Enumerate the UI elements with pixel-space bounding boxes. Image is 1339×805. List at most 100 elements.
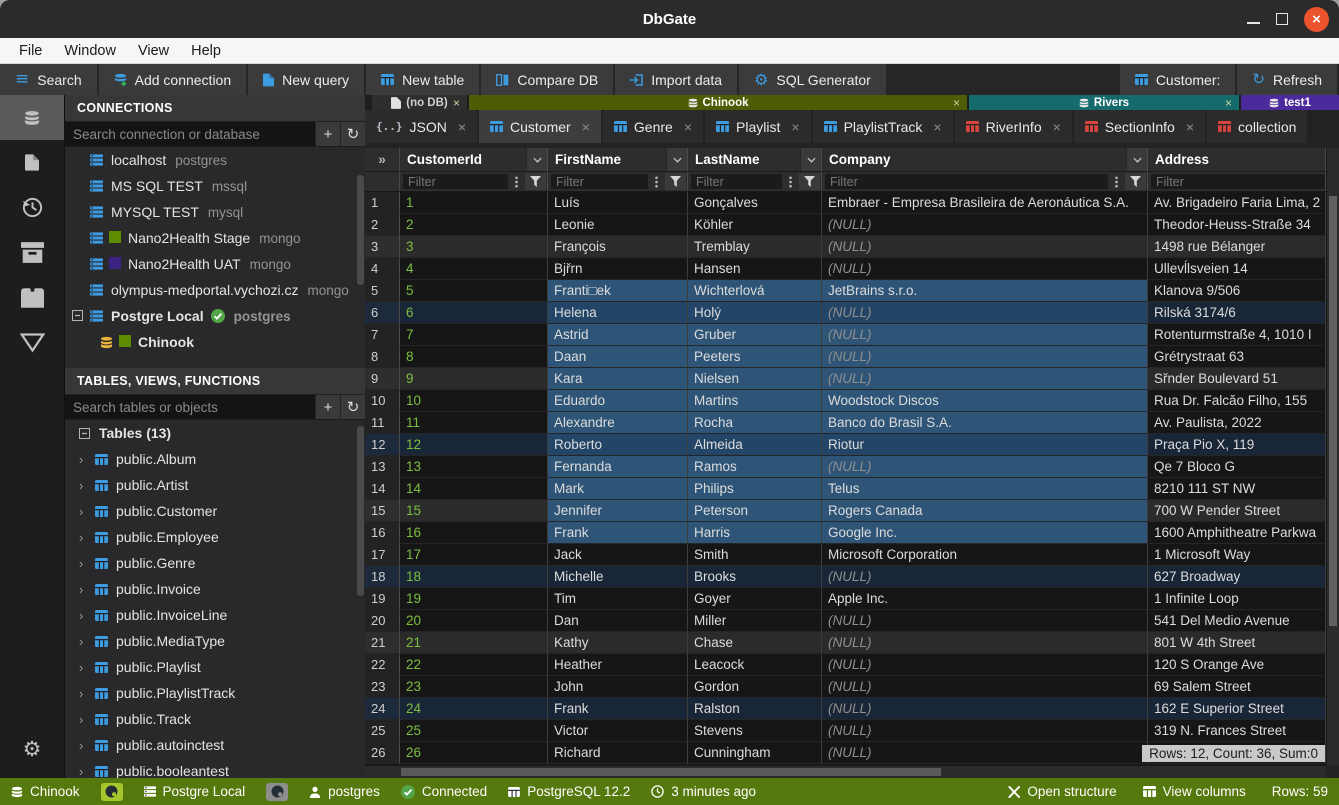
grid-cell[interactable]: Gordon [688,676,822,698]
grid-cell[interactable]: 20 [400,610,548,632]
column-header-lastname[interactable]: LastName [688,148,822,171]
row-number[interactable]: 22 [365,654,400,676]
toolbar-button-search[interactable]: ≡Search [0,64,97,95]
filter-input-company[interactable] [825,174,1108,189]
filter-input-address[interactable] [1151,174,1325,189]
close-tab-button[interactable]: × [458,119,466,135]
toolbar-button-customer[interactable]: Customer: [1120,64,1236,95]
row-number[interactable]: 16 [365,522,400,544]
grid-cell[interactable]: Holý [688,302,822,324]
grid-cell[interactable]: Dan [548,610,688,632]
connection-item[interactable]: Nano2Health UATmongo [65,251,365,277]
grid-cell[interactable]: Rogers Canada [822,500,1148,522]
tab-group-Rivers[interactable]: Rivers× [969,95,1239,110]
grid-cell[interactable]: Sřnder Boulevard 51 [1148,368,1326,390]
grid-cell[interactable]: 19 [400,588,548,610]
expand-chevron-icon[interactable]: › [79,686,95,701]
connection-item[interactable]: Chinook [65,329,365,355]
grid-cell[interactable]: 17 [400,544,548,566]
grid-cell[interactable]: Jennifer [548,500,688,522]
tab-playlisttrack[interactable]: PlaylistTrack× [813,110,953,143]
grid-cell[interactable]: Kathy [548,632,688,654]
tables-group[interactable]: Tables (13) [65,420,365,446]
grid-cell[interactable]: 12 [400,434,548,456]
grid-cell[interactable]: Almeida [688,434,822,456]
menu-view[interactable]: View [127,38,180,63]
grid-cell[interactable]: Rilská 3174/6 [1148,302,1326,324]
grid-cell[interactable]: 8 [400,346,548,368]
grid-cell[interactable]: (NULL) [822,456,1148,478]
vertical-scroll-thumb[interactable] [1329,196,1337,626]
connection-color-badge[interactable] [101,783,123,801]
grid-cell[interactable]: Goyer [688,588,822,610]
grid-cell[interactable]: Eduardo [548,390,688,412]
grid-cell[interactable]: (NULL) [822,368,1148,390]
grid-cell[interactable]: Miller [688,610,822,632]
grid-cell[interactable]: 120 S Orange Ave [1148,654,1326,676]
row-number[interactable]: 11 [365,412,400,434]
tab-group-test1[interactable]: test1 [1241,95,1339,110]
expand-chevron-icon[interactable]: › [79,582,95,597]
grid-cell[interactable]: Woodstock Discos [822,390,1148,412]
toolbar-button-compare-db[interactable]: Compare DB [481,64,613,95]
grid-cell[interactable]: Mark [548,478,688,500]
grid-cell[interactable]: Tremblay [688,236,822,258]
close-tab-button[interactable]: × [684,119,692,135]
filter-menu-button[interactable] [648,172,665,191]
grid-cell[interactable]: Heather [548,654,688,676]
toolbar-button-sql-generator[interactable]: ⚙SQL Generator [739,64,886,95]
toolbar-button-import-data[interactable]: Import data [615,64,737,95]
grid-cell[interactable]: 9 [400,368,548,390]
grid-cell[interactable]: 21 [400,632,548,654]
grid-cell[interactable]: 26 [400,742,548,764]
column-header-firstname[interactable]: FirstName [548,148,688,171]
status-view-columns[interactable]: View columns [1143,784,1246,799]
grid-cell[interactable]: Ralston [688,698,822,720]
connection-item[interactable]: MS SQL TESTmssql [65,173,365,199]
connections-refresh-button[interactable]: ↻ [340,122,365,146]
grid-cell[interactable]: Harris [688,522,822,544]
column-dropdown-button[interactable] [666,148,687,171]
grid-cell[interactable]: Nielsen [688,368,822,390]
expand-chevron-icon[interactable]: › [79,608,95,623]
table-item[interactable]: ›public.Genre [65,550,365,576]
column-dropdown-button[interactable] [800,148,821,171]
status-rows-59[interactable]: Rows: 59 [1272,784,1328,799]
status-postgresql-12-2[interactable]: PostgreSQL 12.2 [508,784,630,799]
row-number[interactable]: 12 [365,434,400,456]
tab-json[interactable]: {..}JSON× [365,110,477,143]
status-postgres[interactable]: postgres [309,784,380,799]
status-3-minutes-ago[interactable]: 3 minutes ago [651,784,756,799]
maximize-button[interactable] [1276,13,1288,25]
rail-item-history[interactable] [0,185,64,230]
grid-cell[interactable]: 541 Del Medio Avenue [1148,610,1326,632]
grid-cell[interactable]: François [548,236,688,258]
table-item[interactable]: ›public.Invoice [65,576,365,602]
status-chinook[interactable]: Chinook [11,784,80,799]
row-number[interactable]: 25 [365,720,400,742]
row-number[interactable]: 15 [365,500,400,522]
filter-input-customerid[interactable] [403,174,508,189]
collapse-toggle[interactable] [72,308,83,324]
filter-funnel-button[interactable] [665,173,686,190]
grid-cell[interactable]: 162 E Superior Street [1148,698,1326,720]
close-tab-button[interactable]: × [933,119,941,135]
grid-cell[interactable]: 15 [400,500,548,522]
row-number[interactable]: 10 [365,390,400,412]
grid-cell[interactable]: Av. Brigadeiro Faria Lima, 2 [1148,192,1326,214]
grid-cell[interactable]: Franti□ek [548,280,688,302]
grid-cell[interactable]: 13 [400,456,548,478]
grid-cell[interactable]: Praça Pio X, 119 [1148,434,1326,456]
filter-menu-button[interactable] [508,172,525,191]
grid-cell[interactable]: 1 [400,192,548,214]
tables-refresh-button[interactable]: ↻ [340,395,365,419]
grid-cell[interactable]: Bjřrn [548,258,688,280]
grid-cell[interactable]: Martins [688,390,822,412]
row-number[interactable]: 8 [365,346,400,368]
grid-cell[interactable]: 6 [400,302,548,324]
menu-help[interactable]: Help [180,38,232,63]
table-item[interactable]: ›public.Artist [65,472,365,498]
grid-cell[interactable]: Av. Paulista, 2022 [1148,412,1326,434]
column-header-company[interactable]: Company [822,148,1148,171]
grid-cell[interactable]: Philips [688,478,822,500]
